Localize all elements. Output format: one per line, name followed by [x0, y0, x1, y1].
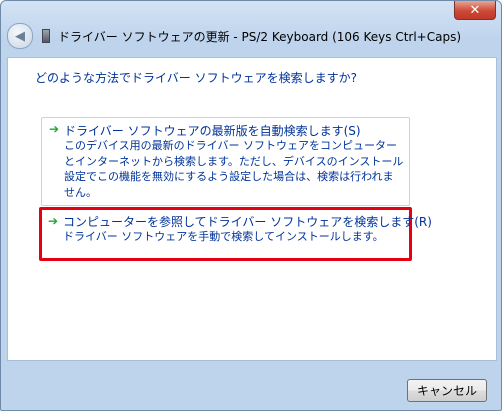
page-question: どのような方法でドライバー ソフトウェアを検索しますか?: [35, 71, 357, 85]
cancel-button[interactable]: キャンセル: [407, 379, 487, 402]
back-button[interactable]: ◀: [7, 23, 33, 49]
option-auto-search[interactable]: ➔ ドライバー ソフトウェアの最新版を自動検索します(S) このデバイス用の最新…: [41, 117, 410, 206]
option-title: コンピューターを参照してドライバー ソフトウェアを検索します(R): [63, 215, 432, 229]
window-title: ドライバー ソフトウェアの更新 - PS/2 Keyboard (106 Key…: [58, 29, 462, 44]
green-arrow-icon: ➔: [48, 214, 59, 228]
option-description: このデバイス用の最新のドライバー ソフトウェアをコンピューターとインターネットか…: [64, 139, 404, 199]
close-icon: ✕: [469, 2, 481, 18]
title-bar: ◀ ドライバー ソフトウェアの更新 - PS/2 Keyboard (106 K…: [5, 21, 497, 51]
option-description: ドライバー ソフトウェアを手動で検索してインストールします。: [63, 230, 384, 243]
dialog-window: ✕ ◀ ドライバー ソフトウェアの更新 - PS/2 Keyboard (106…: [0, 0, 502, 411]
option-browse-computer[interactable]: ➔ コンピューターを参照してドライバー ソフトウェアを検索します(R) ドライバ…: [39, 207, 432, 261]
close-button[interactable]: ✕: [454, 1, 496, 20]
keyboard-device-icon: [42, 29, 50, 43]
option-title: ドライバー ソフトウェアの最新版を自動検索します(S): [64, 124, 361, 138]
cancel-label: キャンセル: [416, 384, 477, 398]
content-panel: どのような方法でドライバー ソフトウェアを検索しますか? ➔ ドライバー ソフト…: [7, 57, 497, 361]
back-arrow-icon: ◀: [15, 28, 25, 44]
green-arrow-icon: ➔: [49, 122, 60, 136]
